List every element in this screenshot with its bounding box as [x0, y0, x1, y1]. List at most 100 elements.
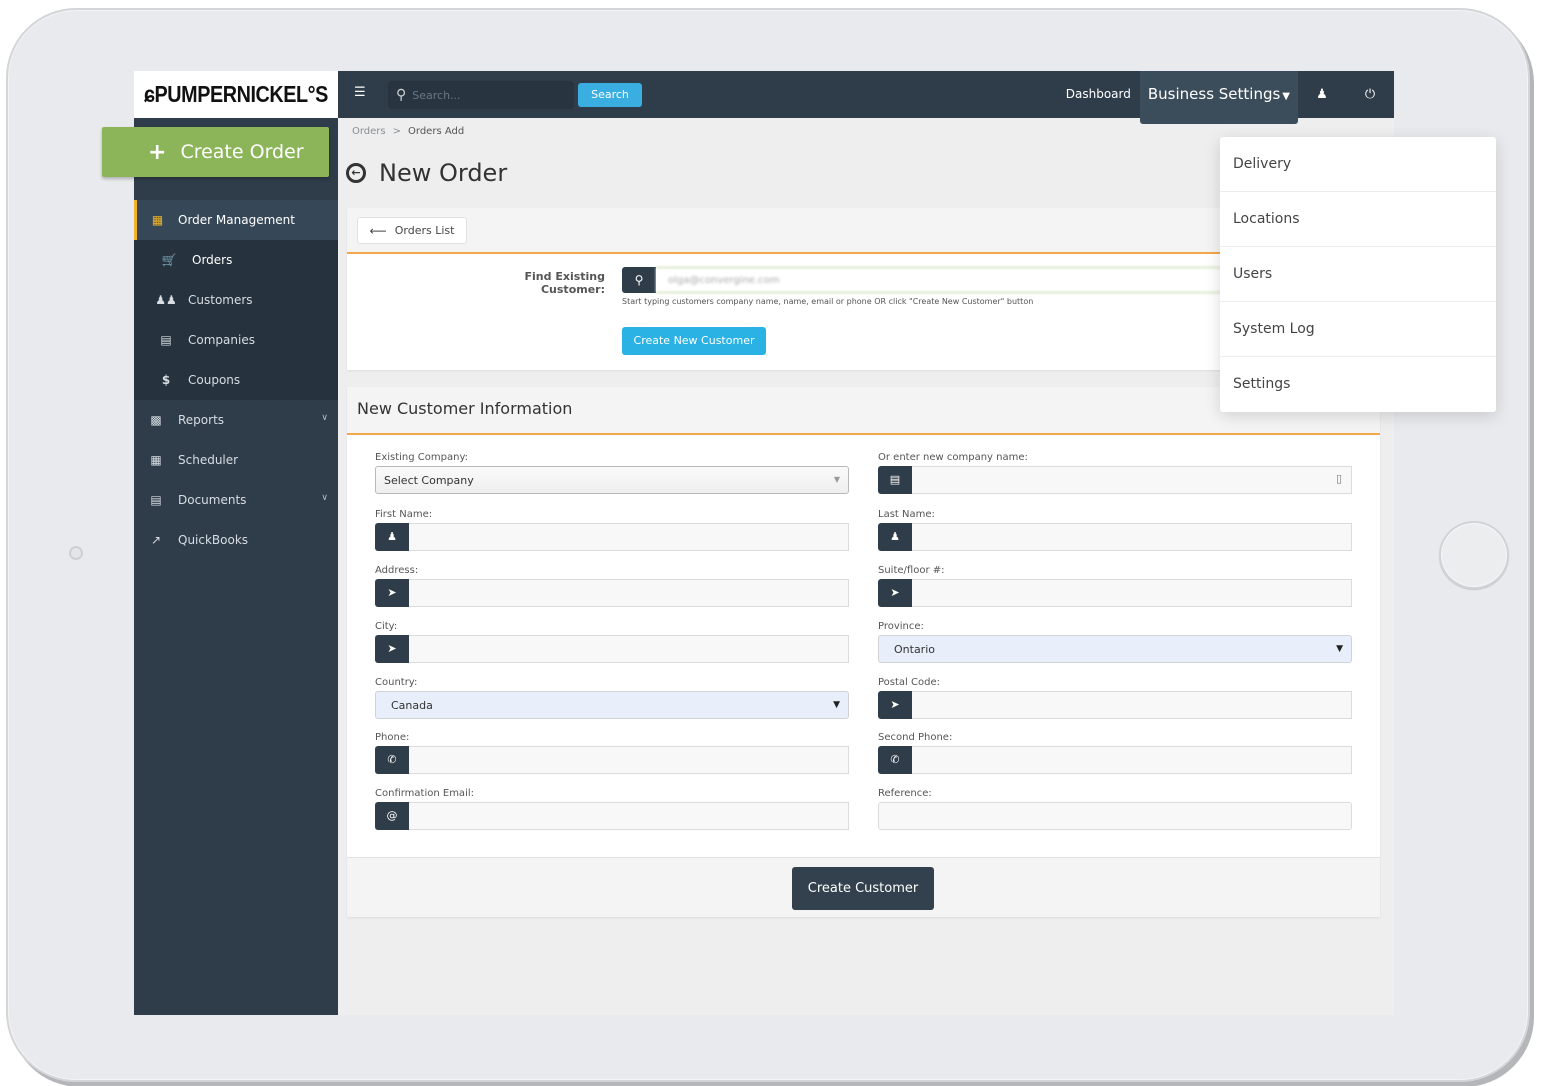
sidebar: ▦ Order Management 🛒 Orders ♟♟ Customers…: [134, 118, 338, 1015]
field-postal-code: Postal Code: ➤: [878, 677, 1352, 719]
sidebar-item-scheduler[interactable]: ▦ Scheduler: [134, 440, 338, 480]
sidebar-item-label: Orders: [192, 253, 233, 267]
back-circle-icon[interactable]: ←: [346, 163, 366, 183]
power-icon[interactable]: ⏻: [1346, 71, 1394, 118]
camera-icon: [69, 546, 83, 560]
first-name-input[interactable]: [409, 523, 849, 551]
page-title-text: New Order: [379, 159, 508, 187]
breadcrumb-current: Orders Add: [408, 126, 465, 137]
home-button[interactable]: [1439, 521, 1509, 589]
second-phone-label: Second Phone:: [878, 732, 953, 743]
sidebar-item-label: Coupons: [188, 373, 241, 387]
sidebar-item-label: QuickBooks: [178, 533, 249, 547]
orders-list-button[interactable]: ⟵ Orders List: [357, 217, 467, 244]
sidebar-menu: ▦ Order Management 🛒 Orders ♟♟ Customers…: [134, 186, 338, 560]
create-customer-button[interactable]: Create Customer: [792, 867, 934, 910]
logo-text: ɕPUMPERNICKEL°S: [144, 81, 328, 107]
postal-code-input[interactable]: [912, 691, 1352, 719]
menu-item-system-log[interactable]: System Log: [1220, 302, 1496, 357]
confirmation-email-label: Confirmation Email:: [375, 788, 474, 799]
existing-company-select[interactable]: Select Company ▼: [375, 466, 849, 494]
sidebar-item-quickbooks[interactable]: ↗ QuickBooks: [134, 520, 338, 560]
field-new-company: Or enter new company name: ▤ ▯: [878, 452, 1352, 494]
sidebar-item-orders[interactable]: 🛒 Orders: [134, 240, 338, 280]
field-city: City: ➤: [375, 621, 849, 663]
create-order-button[interactable]: + Create Order: [102, 127, 329, 177]
location-arrow-icon: ➤: [375, 635, 409, 663]
phone-icon: ✆: [375, 746, 409, 774]
find-customer-label: Find Existing Customer:: [524, 270, 605, 296]
last-name-input[interactable]: [912, 523, 1352, 551]
calendar-icon: ▦: [150, 453, 162, 467]
suite-label: Suite/floor #:: [878, 565, 945, 576]
business-settings-dropdown: Delivery Locations Users System Log Sett…: [1220, 137, 1496, 412]
field-suite: Suite/floor #: ➤: [878, 565, 1352, 607]
user-icon: ♟: [375, 523, 409, 551]
panel-footer: Create Customer: [347, 857, 1380, 917]
logo[interactable]: ɕPUMPERNICKEL°S: [134, 71, 338, 118]
new-customer-panel: New Customer Information Existing Compan…: [347, 387, 1380, 917]
province-select[interactable]: Ontario ▼: [878, 635, 1352, 663]
field-second-phone: Second Phone: ✆: [878, 732, 1352, 774]
phone-group: ✆: [375, 746, 849, 774]
sidebar-item-companies[interactable]: ▤ Companies: [134, 320, 338, 360]
sidebar-item-coupons[interactable]: $ Coupons: [134, 360, 338, 400]
location-arrow-icon: ➤: [375, 579, 409, 607]
reference-group: [878, 802, 1352, 830]
page-title: ← New Order: [346, 159, 507, 187]
province-label: Province:: [878, 621, 924, 632]
menu-item-delivery[interactable]: Delivery: [1220, 137, 1496, 192]
breadcrumb-orders[interactable]: Orders: [352, 126, 386, 137]
suite-input[interactable]: [912, 579, 1352, 607]
search-button[interactable]: Search: [578, 83, 642, 107]
user-icon[interactable]: ♟: [1298, 71, 1346, 118]
menu-icon[interactable]: ☰: [354, 86, 368, 100]
caret-down-icon: ▼: [1282, 91, 1290, 102]
nav-business-settings[interactable]: Business Settings ▼: [1139, 71, 1298, 124]
country-select[interactable]: Canada ▼: [375, 691, 849, 719]
second-phone-input[interactable]: [912, 746, 1352, 774]
bar-chart-icon: ▩: [150, 413, 162, 427]
reference-input[interactable]: [878, 802, 1352, 830]
new-company-label: Or enter new company name:: [878, 452, 1028, 463]
postal-code-group: ➤: [878, 691, 1352, 719]
new-company-input[interactable]: [912, 466, 1352, 494]
external-link-icon: ↗: [150, 533, 162, 547]
address-label: Address:: [375, 565, 419, 576]
first-name-group: ♟: [375, 523, 849, 551]
nav-right: Dashboard Business Settings ▼ ♟ ⏻: [1057, 71, 1394, 124]
country-label: Country:: [375, 677, 418, 688]
menu-item-locations[interactable]: Locations: [1220, 192, 1496, 247]
nav-business-settings-label: Business Settings: [1147, 85, 1281, 103]
nav-dashboard[interactable]: Dashboard: [1057, 71, 1140, 118]
search-input[interactable]: [412, 88, 553, 102]
last-name-group: ♟: [878, 523, 1352, 551]
sidebar-item-label: Order Management: [178, 213, 295, 227]
contact-card-icon[interactable]: ▯: [1336, 472, 1342, 485]
sidebar-item-documents[interactable]: ▤ Documents ∨: [134, 480, 338, 520]
sidebar-item-label: Scheduler: [178, 453, 239, 467]
phone-icon: ✆: [878, 746, 912, 774]
breadcrumb-separator: >: [392, 126, 402, 137]
phone-input[interactable]: [409, 746, 849, 774]
location-arrow-icon: ➤: [878, 579, 912, 607]
grid-icon: ▦: [151, 213, 164, 227]
field-confirmation-email: Confirmation Email: @: [375, 788, 849, 830]
address-group: ➤: [375, 579, 849, 607]
caret-down-icon: ▼: [833, 700, 840, 710]
menu-item-users[interactable]: Users: [1220, 247, 1496, 302]
search-icon: ⚲: [622, 267, 656, 293]
city-label: City:: [375, 621, 398, 632]
field-reference: Reference:: [878, 788, 1352, 830]
menu-item-settings[interactable]: Settings: [1220, 357, 1496, 412]
confirmation-email-input[interactable]: [409, 802, 849, 830]
sidebar-item-order-management[interactable]: ▦ Order Management: [134, 200, 338, 240]
sidebar-item-reports[interactable]: ▩ Reports ∨: [134, 400, 338, 440]
phone-label: Phone:: [375, 732, 410, 743]
field-address: Address: ➤: [375, 565, 849, 607]
address-input[interactable]: [409, 579, 849, 607]
sidebar-item-customers[interactable]: ♟♟ Customers: [134, 280, 338, 320]
create-new-customer-button[interactable]: Create New Customer: [622, 327, 766, 355]
field-first-name: First Name: ♟: [375, 509, 849, 551]
city-input[interactable]: [409, 635, 849, 663]
